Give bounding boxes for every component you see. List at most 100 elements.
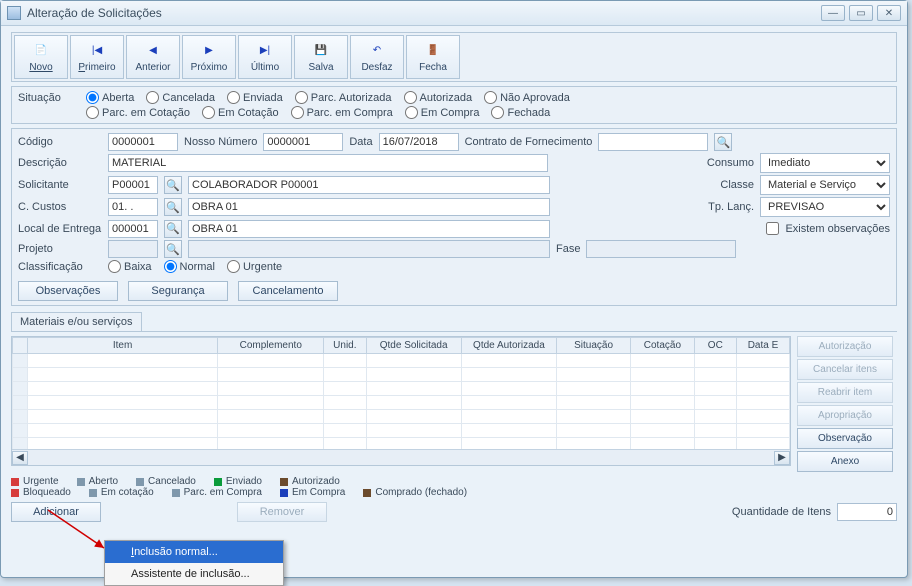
window-title: Alteração de Solicitações [27,6,162,20]
classificacao-label: Classificação [18,261,102,273]
app-icon [7,6,21,20]
col-unid[interactable]: Unid. [324,338,366,354]
side-actions: Autorização Cancelar itens Reabrir item … [797,336,897,472]
tplanc-label: Tp. Lanç. [704,201,754,213]
solicitante-name-input[interactable] [188,176,550,194]
first-icon: |◀ [88,42,106,60]
save-icon: 💾 [312,42,330,60]
radio-classif-urgente[interactable]: Urgente [227,260,282,273]
seguranca-button[interactable]: Segurança [128,281,228,301]
cancelamento-button[interactable]: Cancelamento [238,281,338,301]
projeto-label: Projeto [18,243,102,255]
tab-materiais[interactable]: Materiais e/ou serviços [11,312,142,331]
radio-enviada[interactable]: Enviada [227,91,283,104]
radio-aberta[interactable]: Aberta [86,91,134,104]
solicitante-label: Solicitante [18,179,102,191]
save-button[interactable]: 💾 Salva [294,35,348,79]
prev-button[interactable]: ◀ Anterior [126,35,180,79]
col-situacao[interactable]: Situação [557,338,631,354]
legend-aberto: Aberto [77,476,118,487]
close-button[interactable]: ✕ [877,5,901,21]
items-grid[interactable]: Item Complemento Unid. Qtde Solicitada Q… [11,336,791,466]
radio-nao-aprovada[interactable]: Não Aprovada [484,91,570,104]
col-complemento[interactable]: Complemento [218,338,324,354]
radio-fechada[interactable]: Fechada [491,106,550,119]
nosso-numero-input[interactable] [263,133,343,151]
codigo-input[interactable] [108,133,178,151]
first-button[interactable]: |◀ PPrimeirorimeiro [70,35,124,79]
col-oc[interactable]: OC [694,338,736,354]
col-qtde-autorizada[interactable]: Qtde Autorizada [461,338,556,354]
quantidade-itens-label: Quantidade de Itens [732,506,831,518]
contrato-input[interactable] [598,133,708,151]
ccustos-lookup-button[interactable]: 🔍 [164,198,182,216]
observacoes-button[interactable]: Observações [18,281,118,301]
descricao-input[interactable] [108,154,548,172]
table-row[interactable] [13,354,790,368]
grid-hscrollbar[interactable]: ◀ ▶ [12,449,790,465]
maximize-button[interactable]: ▭ [849,5,873,21]
new-button[interactable]: 📄 Novo [14,35,68,79]
undo-button[interactable]: ↶ Desfaz [350,35,404,79]
radio-parc-em-compra[interactable]: Parc. em Compra [291,106,393,119]
col-item[interactable]: Item [27,338,218,354]
radio-parc-autorizada[interactable]: Parc. Autorizada [295,91,392,104]
scroll-left-icon[interactable]: ◀ [12,451,28,465]
radio-parc-em-cotacao[interactable]: Parc. em Cotação [86,106,190,119]
consumo-select[interactable]: Imediato [760,153,890,173]
col-data-e[interactable]: Data E [736,338,789,354]
table-row[interactable] [13,410,790,424]
col-cotacao[interactable]: Cotação [631,338,695,354]
local-entrega-name-input[interactable] [188,220,550,238]
anexo-button[interactable]: Anexo [797,451,893,472]
solicitante-code-input[interactable] [108,176,158,194]
legend-urgente: Urgente [11,476,59,487]
menu-inclusao-normal[interactable]: Inclusão normal... [105,541,283,563]
radio-em-compra[interactable]: Em Compra [405,106,480,119]
scroll-right-icon[interactable]: ▶ [774,451,790,465]
radio-classif-baixa[interactable]: Baixa [108,260,152,273]
solicitante-lookup-button[interactable]: 🔍 [164,176,182,194]
legend-parc-em-compra: Parc. em Compra [172,487,262,498]
table-row[interactable] [13,396,790,410]
legend-em-compra: Em Compra [280,487,345,498]
cancelar-itens-button: Cancelar itens [797,359,893,380]
table-row[interactable] [13,382,790,396]
data-input[interactable] [379,133,459,151]
status-legend: Urgente Aberto Cancelado Enviado Autoriz… [11,476,897,487]
adicionar-button[interactable]: Adicionar [11,502,101,522]
descricao-label: Descrição [18,157,102,169]
radio-classif-normal[interactable]: Normal [164,260,215,273]
projeto-lookup-button: 🔍 [164,240,182,258]
next-button[interactable]: ▶ Próximo [182,35,236,79]
local-entrega-lookup-button[interactable]: 🔍 [164,220,182,238]
table-row[interactable] [13,368,790,382]
local-entrega-code-input[interactable] [108,220,158,238]
tplanc-select[interactable]: PREVISAO [760,197,890,217]
minimize-button[interactable]: — [821,5,845,21]
radio-autorizada[interactable]: Autorizada [404,91,473,104]
next-icon: ▶ [200,42,218,60]
prev-icon: ◀ [144,42,162,60]
close-dialog-button[interactable]: 🚪 Fecha [406,35,460,79]
situacao-label: Situação [18,92,80,104]
menu-assistente-inclusao[interactable]: Assistente de inclusão... [105,563,283,585]
col-qtde-solicitada[interactable]: Qtde Solicitada [366,338,461,354]
radio-cancelada[interactable]: Cancelada [146,91,215,104]
table-row[interactable] [13,424,790,438]
contrato-lookup-button[interactable]: 🔍 [714,133,732,151]
existem-obs-checkbox[interactable]: Existem observações [762,219,890,238]
legend-comprado-fechado: Comprado (fechado) [363,487,467,498]
radio-em-cotacao[interactable]: Em Cotação [202,106,279,119]
reabrir-item-button: Reabrir item [797,382,893,403]
new-icon: 📄 [32,42,50,60]
last-button[interactable]: ▶| Último [238,35,292,79]
classe-select[interactable]: Material e Serviço [760,175,890,195]
ccustos-label: C. Custos [18,201,102,213]
exit-icon: 🚪 [424,42,442,60]
ccustos-name-input[interactable] [188,198,550,216]
observacao-button[interactable]: Observação [797,428,893,449]
legend-autorizado: Autorizado [280,476,340,487]
ccustos-code-input[interactable] [108,198,158,216]
projeto-code-input [108,240,158,258]
